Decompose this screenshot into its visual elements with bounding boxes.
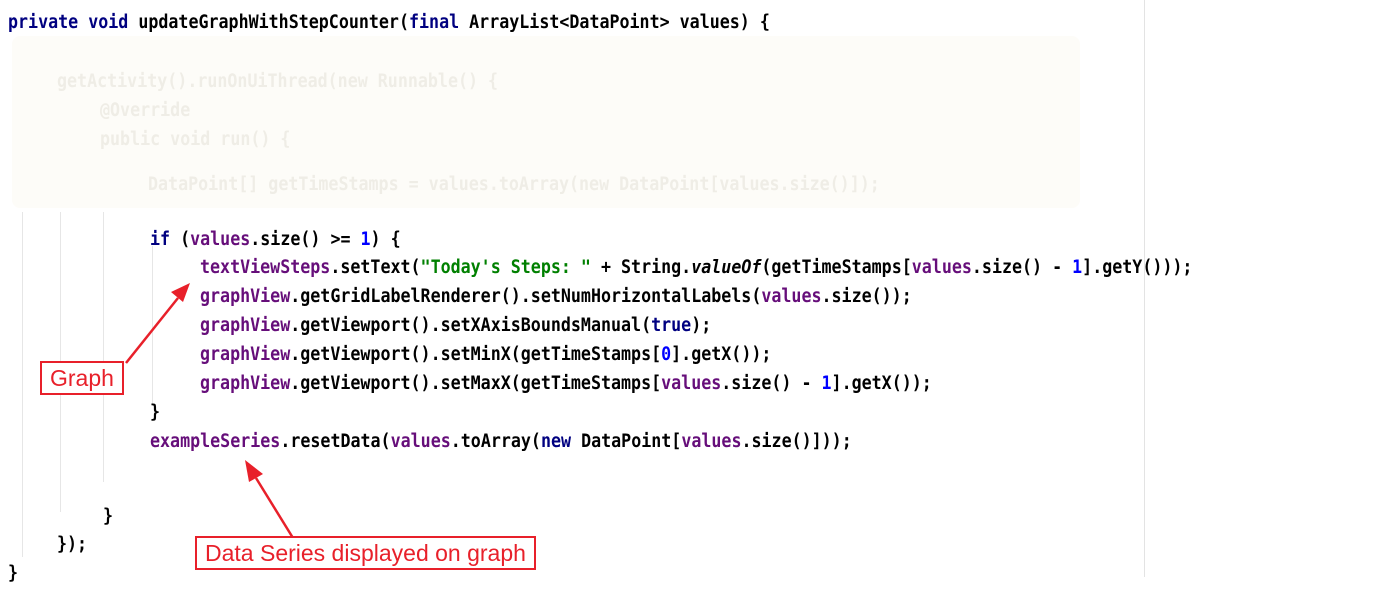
indent-guide (103, 212, 104, 482)
code-line-method-signature: private void updateGraphWithStepCounter(… (8, 12, 770, 33)
code-line-set-min-x: graphView.getViewport().setMinX(getTimeS… (200, 344, 772, 365)
code-editor[interactable]: private void updateGraphWithStepCounter(… (0, 0, 1385, 584)
code-line-faded-run: public void run() { (100, 129, 291, 150)
right-margin-guide (1144, 0, 1145, 577)
code-line-if: if (values.size() >= 1) { (150, 229, 401, 250)
code-line-faded-timestamps: DataPoint[] getTimeStamps = values.toArr… (148, 174, 880, 195)
code-line-faded-run-on-ui-thread: getActivity().runOnUiThread(new Runnable… (57, 71, 499, 92)
code-line-close-method: } (8, 563, 19, 584)
indent-guide (22, 212, 23, 557)
code-line-set-text: textViewSteps.setText("Today's Steps: " … (200, 257, 1193, 278)
indent-guide (152, 246, 153, 406)
code-line-reset-data: exampleSeries.resetData(values.toArray(n… (150, 431, 852, 452)
data-series-callout-label: Data Series displayed on graph (195, 536, 536, 570)
graph-callout-label: Graph (40, 361, 124, 395)
code-line-close-run: } (103, 506, 114, 527)
code-line-faded-override: @Override (100, 100, 191, 121)
code-line-x-axis-bounds: graphView.getViewport().setXAxisBoundsMa… (200, 315, 712, 336)
code-line-set-max-x: graphView.getViewport().setMaxX(getTimeS… (200, 373, 932, 394)
code-line-close-if: } (150, 402, 161, 423)
code-line-close-runnable: }); (57, 534, 88, 555)
code-line-horizontal-labels: graphView.getGridLabelRenderer().setNumH… (200, 286, 912, 307)
